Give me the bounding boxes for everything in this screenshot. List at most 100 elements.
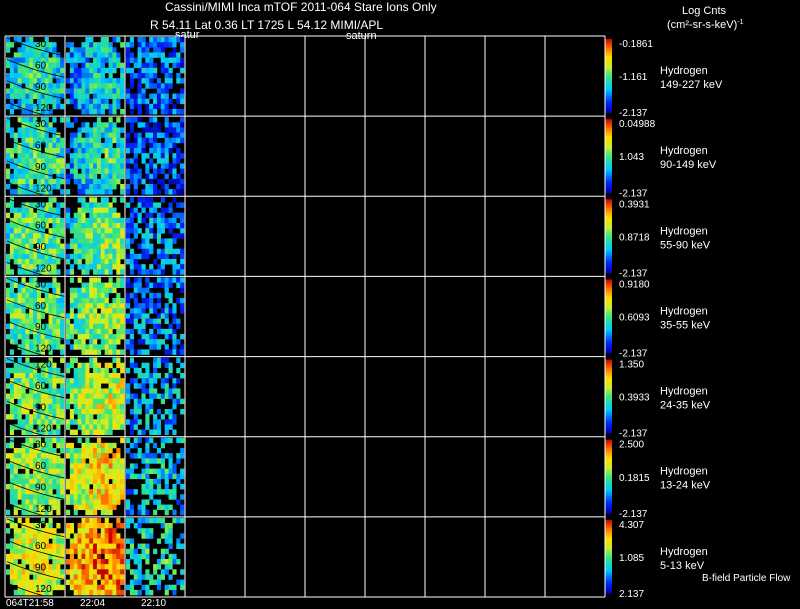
heatmap-panel <box>66 357 125 436</box>
heatmap-cell <box>89 163 94 169</box>
heatmap-cell <box>69 453 75 459</box>
heatmap-cell <box>149 264 154 270</box>
heatmap-cell <box>116 589 121 596</box>
heatmap-cell <box>100 228 105 234</box>
heatmap-cell <box>85 62 90 69</box>
heatmap-cell <box>60 473 65 480</box>
heatmap-cell <box>13 78 18 84</box>
heatmap-cell <box>81 328 86 335</box>
heatmap-cell <box>156 47 162 53</box>
heatmap-cell <box>129 253 135 260</box>
heatmap-cell <box>126 259 131 265</box>
species-label: Hydrogen <box>660 145 708 157</box>
heatmap-cell <box>52 409 57 415</box>
heatmap-cell <box>48 42 53 48</box>
heatmap-cell <box>120 574 125 580</box>
heatmap-cell <box>77 73 82 79</box>
heatmap-cell <box>89 463 94 469</box>
heatmap-cell <box>48 282 53 289</box>
heatmap-cell <box>172 414 177 420</box>
heatmap-cell <box>176 378 181 384</box>
heatmap-cell <box>96 122 102 128</box>
colorbar-tick-label: 0.3933 <box>619 393 650 404</box>
heatmap-cell <box>108 228 113 234</box>
heatmap-cell <box>48 158 53 164</box>
heatmap-cell <box>52 303 57 309</box>
heatmap-cell <box>156 298 162 304</box>
heatmap-cell <box>60 303 65 309</box>
heatmap-cell <box>56 494 61 500</box>
heatmap-cell <box>145 533 150 539</box>
heatmap-cell <box>73 223 78 229</box>
heatmap-cell <box>129 52 135 58</box>
heatmap-cell <box>160 398 165 405</box>
heatmap-cell <box>116 463 121 469</box>
heatmap-cell <box>168 52 173 58</box>
heatmap-cell <box>29 62 34 69</box>
heatmap-cell <box>17 117 22 123</box>
heatmap-cell <box>66 484 71 490</box>
heatmap-cell <box>17 212 22 219</box>
heatmap-cell <box>164 158 169 164</box>
heatmap-cell <box>108 442 113 449</box>
heatmap-cell <box>149 292 154 299</box>
heatmap-cell <box>52 127 57 133</box>
heatmap-cell <box>164 184 169 190</box>
heatmap-cell <box>60 409 65 415</box>
heatmap-cell <box>96 277 102 283</box>
heatmap-cell <box>81 559 86 565</box>
heatmap-cell <box>112 158 117 164</box>
heatmap-cell <box>164 163 169 169</box>
heatmap-cell <box>93 207 98 214</box>
heatmap-cell <box>81 533 86 539</box>
heatmap-cell <box>29 212 34 219</box>
heatmap-cell <box>133 212 138 219</box>
heatmap-cell <box>52 419 57 425</box>
heatmap-cell <box>60 88 65 94</box>
heatmap-cell <box>126 238 131 244</box>
heatmap-cell <box>93 178 98 185</box>
heatmap-cell <box>52 57 57 64</box>
heatmap-cell <box>73 292 78 299</box>
heatmap-cell <box>137 419 142 425</box>
heatmap-cell <box>100 248 105 255</box>
heatmap-cell <box>164 62 169 69</box>
heatmap-cell <box>160 559 165 565</box>
heatmap-cell <box>81 122 86 128</box>
heatmap-cell <box>176 184 181 190</box>
heatmap-cell <box>9 442 15 449</box>
heatmap-cell <box>44 212 49 219</box>
heatmap-cell <box>145 287 150 294</box>
heatmap-cell <box>93 584 98 591</box>
heatmap-cell <box>108 489 113 495</box>
heatmap-cell <box>168 393 173 400</box>
heatmap-cell <box>96 409 102 415</box>
heatmap-cell <box>13 73 18 79</box>
heatmap-cell <box>89 574 94 580</box>
heatmap-cell <box>25 103 30 110</box>
heatmap-cell <box>29 383 34 389</box>
heatmap-cell <box>120 248 125 255</box>
heatmap-cell <box>56 463 61 469</box>
heatmap-cell <box>129 589 135 596</box>
heatmap-cell <box>9 308 15 314</box>
heatmap-cell <box>13 334 18 340</box>
heatmap-cell <box>153 217 158 224</box>
heatmap-cell <box>160 458 165 464</box>
heatmap-cell <box>60 468 65 475</box>
heatmap-cell <box>93 217 98 224</box>
heatmap-cell <box>168 142 173 149</box>
heatmap-cell <box>96 543 102 550</box>
heatmap-cell <box>81 393 86 400</box>
heatmap-cell <box>112 378 117 384</box>
heatmap-cell <box>21 207 26 214</box>
heatmap-cell <box>116 233 121 239</box>
heatmap-cell <box>156 292 162 299</box>
heatmap-cell <box>6 148 11 154</box>
heatmap-cell <box>17 168 22 175</box>
heatmap-cell <box>137 47 142 53</box>
heatmap-cell <box>141 584 146 591</box>
heatmap-cell <box>164 277 169 283</box>
heatmap-cell <box>96 473 102 480</box>
heatmap-cell <box>13 468 18 475</box>
